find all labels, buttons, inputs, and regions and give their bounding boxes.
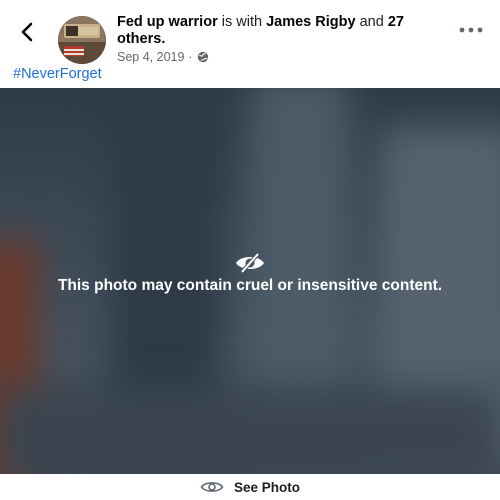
author-line: Fed up warrior is with James Rigby and 2… [117,14,447,48]
eye-slash-icon [236,252,264,274]
see-photo-button[interactable]: See Photo [0,474,500,500]
post-header: Fed up warrior is with James Rigby and 2… [0,0,500,64]
globe-icon [197,51,208,63]
author-avatar[interactable] [58,16,106,64]
separator-dot: · [188,50,193,64]
hashtag-link[interactable]: #NeverForget [13,66,102,82]
content-warning-text: This photo may contain cruel or insensit… [57,277,443,294]
author-name[interactable]: Fed up warrior [117,14,218,30]
with-text: is with [221,14,263,30]
post-date[interactable]: Sep 4, 2019 [117,50,184,64]
date-line: Sep 4, 2019 · [117,50,447,64]
back-arrow-icon[interactable] [16,20,40,44]
blur-shape [0,388,500,474]
more-options-icon[interactable] [458,25,484,35]
post-meta: Fed up warrior is with James Rigby and 2… [117,14,447,64]
see-photo-label: See Photo [233,479,300,495]
tagged-name[interactable]: James Rigby [266,14,355,30]
eye-icon [200,482,224,492]
blurred-photo[interactable]: This photo may contain cruel or insensit… [0,88,500,474]
and-text: and [359,14,384,30]
blur-shape [250,88,350,408]
